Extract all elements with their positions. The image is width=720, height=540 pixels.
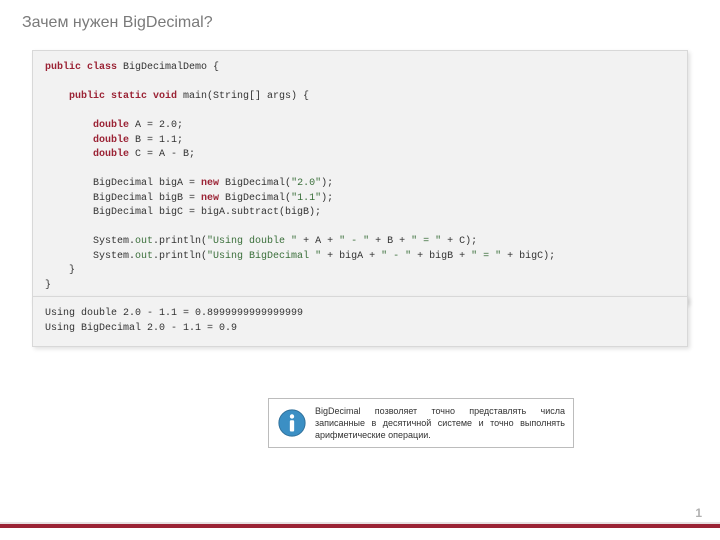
code-string: " - " — [339, 236, 369, 247]
code-keyword: public class — [45, 62, 117, 73]
code-keyword: double — [45, 149, 129, 160]
code-string: "1.1" — [291, 193, 321, 204]
output-block: Using double 2.0 - 1.1 = 0.8999999999999… — [32, 296, 688, 347]
code-text: ); — [321, 193, 333, 204]
code-text: C = A - B; — [129, 149, 195, 160]
code-text: BigDecimal( — [219, 193, 291, 204]
code-text: .println( — [153, 236, 207, 247]
code-text: A = 2.0; — [129, 120, 183, 131]
code-text: B = 1.1; — [129, 135, 183, 146]
code-text: } — [45, 280, 51, 291]
output-line: Using double 2.0 - 1.1 = 0.8999999999999… — [45, 308, 303, 319]
code-field: out — [135, 236, 153, 247]
code-keyword: new — [201, 178, 219, 189]
code-text: main(String[] args) { — [177, 91, 309, 102]
code-string: " = " — [471, 251, 501, 262]
code-text: System. — [45, 236, 135, 247]
code-string: "2.0" — [291, 178, 321, 189]
output-line: Using BigDecimal 2.0 - 1.1 = 0.9 — [45, 323, 237, 334]
code-text: BigDecimal bigA = — [45, 178, 201, 189]
code-text: + bigB + — [411, 251, 471, 262]
code-string: "Using double " — [207, 236, 297, 247]
code-text: + A + — [297, 236, 339, 247]
code-text: System. — [45, 251, 135, 262]
code-text: + C); — [441, 236, 477, 247]
code-string: " = " — [411, 236, 441, 247]
code-text: + bigA + — [321, 251, 381, 262]
code-field: out — [135, 251, 153, 262]
page-number: 1 — [695, 506, 702, 520]
code-text: + B + — [369, 236, 411, 247]
code-text: } — [45, 265, 75, 276]
code-string: "Using BigDecimal " — [207, 251, 321, 262]
info-callout: BigDecimal позволяет точно представлять … — [268, 398, 574, 448]
code-text: .println( — [153, 251, 207, 262]
code-keyword: double — [45, 120, 129, 131]
code-keyword: public static void — [45, 91, 177, 102]
info-text: BigDecimal позволяет точно представлять … — [315, 405, 565, 441]
code-text: + bigC); — [501, 251, 555, 262]
code-keyword: new — [201, 193, 219, 204]
code-text: BigDecimal( — [219, 178, 291, 189]
code-string: " - " — [381, 251, 411, 262]
code-text: BigDecimalDemo { — [117, 62, 219, 73]
slide-title: Зачем нужен BigDecimal? — [22, 14, 213, 32]
info-icon — [277, 408, 307, 438]
code-block: public class BigDecimalDemo { public sta… — [32, 50, 688, 304]
code-keyword: double — [45, 135, 129, 146]
code-text: BigDecimal bigB = — [45, 193, 201, 204]
code-text: BigDecimal bigC = bigA.subtract(bigB); — [45, 207, 321, 218]
code-text: ); — [321, 178, 333, 189]
footer-accent-bar — [0, 524, 720, 528]
